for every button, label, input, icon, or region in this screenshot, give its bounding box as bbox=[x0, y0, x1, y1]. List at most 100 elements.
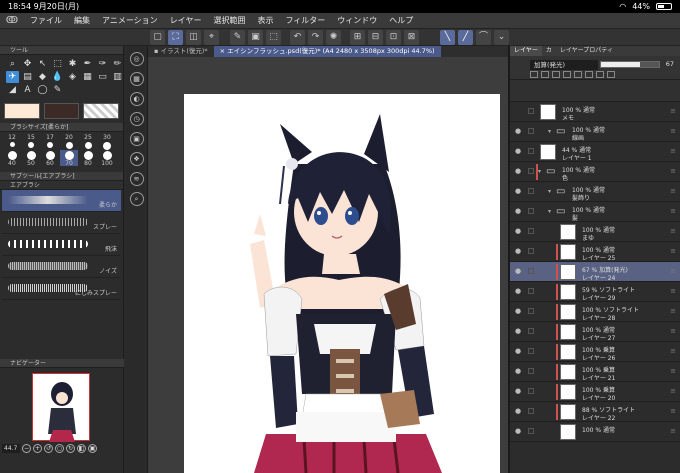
brush-size-100[interactable]: 100 bbox=[98, 150, 116, 167]
layer-row[interactable]: ● 100 % 乗算 レイヤー 20 ≡ bbox=[510, 382, 680, 402]
layer-lock-toggle[interactable] bbox=[528, 148, 534, 154]
brush-size-25[interactable]: 25 bbox=[79, 134, 97, 150]
operation-tool-icon[interactable]: ↖ bbox=[36, 58, 49, 70]
tab-layer-property[interactable]: レイヤープロパティ bbox=[556, 46, 617, 56]
layer-row[interactable]: ● ▾ ▭ 100 % 通常髪 ≡ bbox=[510, 202, 680, 222]
layer-lock-toggle[interactable] bbox=[528, 288, 534, 294]
grid-icon[interactable]: ⊟ bbox=[368, 30, 383, 45]
layer-lock-toggle[interactable] bbox=[528, 428, 534, 434]
material-icon[interactable]: ❖ bbox=[129, 152, 144, 166]
pencil-tool-icon[interactable]: ✏ bbox=[111, 58, 124, 70]
menu-window[interactable]: ウィンドウ bbox=[331, 15, 383, 26]
zoom-tool-icon[interactable]: ⌕ bbox=[6, 58, 19, 70]
visibility-eye-icon[interactable]: ● bbox=[515, 167, 521, 175]
fill-tool-icon[interactable]: ◈ bbox=[66, 71, 79, 83]
opacity-slider[interactable] bbox=[600, 61, 660, 68]
move-tool-icon[interactable]: ✥ bbox=[21, 58, 34, 70]
brush-size-50[interactable]: 50 bbox=[22, 150, 40, 167]
visibility-eye-icon[interactable]: ● bbox=[515, 367, 521, 375]
intermediate-color-icon[interactable]: ◐ bbox=[129, 92, 144, 106]
visibility-eye-icon[interactable]: ● bbox=[515, 427, 521, 435]
history-icon[interactable]: ◷ bbox=[129, 112, 144, 126]
canvas-area[interactable] bbox=[148, 57, 508, 473]
layer-row[interactable]: ● 100 % 乗算 レイヤー 21 ≡ bbox=[510, 362, 680, 382]
perspective-icon[interactable]: ⊠ bbox=[404, 30, 419, 45]
collapse-chevron-icon[interactable]: ⌄ bbox=[494, 30, 509, 45]
auto-select-tool-icon[interactable]: ✱ bbox=[66, 58, 79, 70]
brush-size-70[interactable]: 70 bbox=[60, 150, 78, 167]
layer-lock-toggle[interactable] bbox=[528, 388, 534, 394]
undo-icon[interactable]: ↶ bbox=[290, 30, 305, 45]
figure-tool-icon[interactable]: ▭ bbox=[96, 71, 109, 83]
drag-handle-icon[interactable]: ≡ bbox=[670, 347, 676, 355]
layer-row[interactable]: ● 88 % ソフトライト レイヤー 22 ≡ bbox=[510, 402, 680, 422]
pen-tool-icon[interactable]: ✑ bbox=[96, 58, 109, 70]
clear-icon[interactable]: ✎ bbox=[230, 30, 245, 45]
brush-size-40[interactable]: 40 bbox=[3, 150, 21, 167]
drag-handle-icon[interactable]: ≡ bbox=[670, 107, 676, 115]
subtool-tab-airbrush[interactable]: エアブラシ bbox=[0, 181, 123, 190]
layer-lock-toggle[interactable] bbox=[528, 368, 534, 374]
new-icon[interactable]: ▢ bbox=[150, 30, 165, 45]
selection-icon[interactable]: ⌖ bbox=[204, 30, 219, 45]
fill-icon[interactable]: ▣ bbox=[248, 30, 263, 45]
color-set-icon[interactable]: ▦ bbox=[129, 72, 144, 86]
visibility-eye-icon[interactable]: ● bbox=[515, 307, 521, 315]
layer-row[interactable]: ● 100 % 通常 ≡ bbox=[510, 422, 680, 442]
visibility-eye-icon[interactable]: ● bbox=[515, 227, 521, 235]
subtool-spray[interactable]: スプレー bbox=[2, 212, 121, 234]
layer-row[interactable]: ● ▾ ▭ 100 % 通常色 ≡ bbox=[510, 162, 680, 182]
mask-icon[interactable] bbox=[585, 71, 593, 78]
layer-lock-toggle[interactable] bbox=[528, 328, 534, 334]
drag-handle-icon[interactable]: ≡ bbox=[670, 227, 676, 235]
tab-eishin-flash[interactable]: × エイシンフラッシュ.psd(復元)* (A4 2480 x 3508px 3… bbox=[213, 46, 441, 57]
zoom-field[interactable]: 44.7 bbox=[2, 444, 20, 453]
draft-icon[interactable] bbox=[552, 71, 560, 78]
drag-handle-icon[interactable]: ≡ bbox=[670, 147, 676, 155]
fit-screen-icon[interactable]: ▣ bbox=[88, 444, 97, 453]
brush-size-60[interactable]: 60 bbox=[41, 150, 59, 167]
visibility-eye-icon[interactable]: ● bbox=[515, 147, 521, 155]
menu-help[interactable]: ヘルプ bbox=[383, 15, 419, 26]
layer-lock-toggle[interactable] bbox=[528, 268, 534, 274]
layer-row[interactable]: ● 100 % 通常 レイヤー 25 ≡ bbox=[510, 242, 680, 262]
layer-row[interactable]: ● 59 % ソフトライト レイヤー 29 ≡ bbox=[510, 282, 680, 302]
visibility-eye-icon[interactable]: ● bbox=[515, 267, 521, 275]
brush-size-17[interactable]: 17 bbox=[41, 134, 59, 150]
visibility-eye-icon[interactable]: ● bbox=[515, 327, 521, 335]
visibility-eye-icon[interactable]: ● bbox=[515, 407, 521, 415]
search-layer-icon[interactable]: ⌕ bbox=[129, 192, 144, 206]
canvas-paper[interactable] bbox=[184, 94, 500, 473]
brush-size-20[interactable]: 20 bbox=[60, 134, 78, 150]
menu-filter[interactable]: フィルター bbox=[279, 15, 331, 26]
visibility-eye-icon[interactable]: ● bbox=[515, 287, 521, 295]
layer-lock-toggle[interactable] bbox=[528, 168, 534, 174]
visibility-eye-icon[interactable]: ● bbox=[515, 347, 521, 355]
snap-line-icon[interactable]: ╱ bbox=[458, 30, 473, 45]
layer-lock-toggle[interactable] bbox=[528, 408, 534, 414]
drag-handle-icon[interactable]: ≡ bbox=[670, 267, 676, 275]
gradient-tool-icon[interactable]: ▦ bbox=[81, 71, 94, 83]
eyedropper-tool-icon[interactable]: ✒ bbox=[81, 58, 94, 70]
stroke-correction-icon[interactable]: ╲ bbox=[440, 30, 455, 45]
layer-row[interactable]: ● ▾ ▭ 100 % 通常 髪飾り ≡ bbox=[510, 182, 680, 202]
brush-size-12[interactable]: 12 bbox=[3, 134, 21, 150]
layer-lock-toggle[interactable] bbox=[528, 128, 534, 134]
menu-file[interactable]: ファイル bbox=[24, 15, 68, 26]
color-wheel-icon[interactable]: ◎ bbox=[129, 52, 144, 66]
layer-lock-toggle[interactable] bbox=[528, 108, 534, 114]
folder-chevron-icon[interactable]: ▾ bbox=[548, 208, 551, 215]
tab-illustration[interactable]: ▪ イラスト(復元)* bbox=[148, 46, 214, 57]
navigator-preview[interactable] bbox=[32, 373, 90, 442]
drag-handle-icon[interactable]: ≡ bbox=[670, 167, 676, 175]
brush-size-15[interactable]: 15 bbox=[22, 134, 40, 150]
layer-lock-toggle[interactable] bbox=[528, 348, 534, 354]
layer-lock-toggle[interactable] bbox=[528, 248, 534, 254]
rotate-right-icon[interactable]: ↻ bbox=[66, 444, 75, 453]
layer-lock-toggle[interactable] bbox=[528, 208, 534, 214]
visibility-eye-icon[interactable]: ● bbox=[515, 207, 521, 215]
rotate-left-icon[interactable]: ↺ bbox=[44, 444, 53, 453]
drag-handle-icon[interactable]: ≡ bbox=[670, 287, 676, 295]
move-canvas-icon[interactable]: ⛶ bbox=[168, 30, 183, 45]
layer-property-icon[interactable]: ≋ bbox=[129, 172, 144, 186]
